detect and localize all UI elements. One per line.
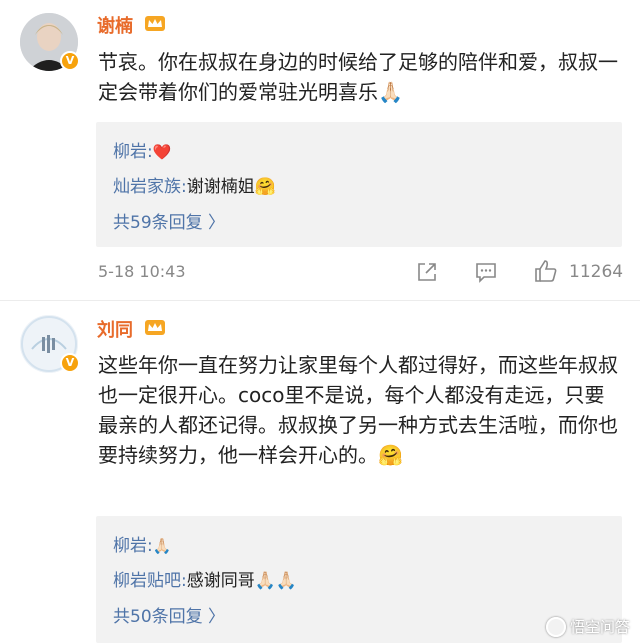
thumbs-up-icon[interactable] [534, 259, 558, 283]
crown-icon [145, 320, 165, 335]
reply-item[interactable]: 柳岩:🙏🏻 [113, 531, 171, 556]
wukong-logo-icon [545, 617, 566, 637]
verified-badge-icon: V [60, 51, 80, 71]
more-replies-link[interactable]: 共59条回复 〉 [113, 208, 225, 233]
comment-text: 这些年你一直在努力让家里每个人都过得好，而这些年叔叔也一定很开心。coco里不是… [98, 353, 618, 467]
comment-card: V 谢楠 节哀。你在叔叔在身边的时候给了足够的陪伴和爱，叔叔一定会带着你们的爱常… [0, 0, 640, 300]
share-icon[interactable] [416, 261, 438, 283]
divider [0, 300, 640, 301]
verified-badge-icon: V [60, 353, 80, 373]
reply-item[interactable]: 柳岩:❤️ [113, 137, 171, 162]
author-name[interactable]: 谢楠 [97, 12, 133, 38]
watermark: 悟空问答 [545, 616, 630, 637]
reply-user[interactable]: 灿岩家族: [113, 177, 187, 197]
watermark-text: 悟空问答 [569, 617, 630, 636]
reply-user[interactable]: 柳岩贴吧: [113, 571, 187, 591]
crown-icon [145, 16, 165, 31]
reply-text: ❤️ [152, 143, 172, 161]
comment-icon[interactable] [475, 261, 497, 283]
reply-text: 感谢同哥🙏🏻🙏🏻 [186, 571, 298, 591]
comment-text: 节哀。你在叔叔在身边的时候给了足够的陪伴和爱，叔叔一定会带着你们的爱常驻光明喜乐… [98, 50, 618, 104]
reply-text: 谢谢楠姐🤗 [186, 177, 276, 197]
reply-box[interactable]: 柳岩:🙏🏻 柳岩贴吧:感谢同哥🙏🏻🙏🏻 共50条回复 〉 [96, 516, 622, 643]
reply-item[interactable]: 柳岩贴吧:感谢同哥🙏🏻🙏🏻 [113, 566, 297, 591]
reply-item[interactable]: 灿岩家族:谢谢楠姐🤗 [113, 172, 276, 197]
reply-user[interactable]: 柳岩: [113, 536, 153, 556]
reply-user[interactable]: 柳岩: [113, 142, 153, 162]
author-name[interactable]: 刘同 [97, 316, 133, 342]
reply-text: 🙏🏻 [152, 537, 172, 555]
like-count: 11264 [569, 262, 624, 282]
more-replies-link[interactable]: 共50条回复 〉 [113, 602, 225, 627]
reply-box[interactable]: 柳岩:❤️ 灿岩家族:谢谢楠姐🤗 共59条回复 〉 [96, 122, 622, 247]
comment-card: V 刘同 这些年你一直在努力让家里每个人都过得好，而这些年叔叔也一定很开心。co… [0, 302, 640, 643]
timestamp: 5-18 10:43 [98, 262, 186, 281]
